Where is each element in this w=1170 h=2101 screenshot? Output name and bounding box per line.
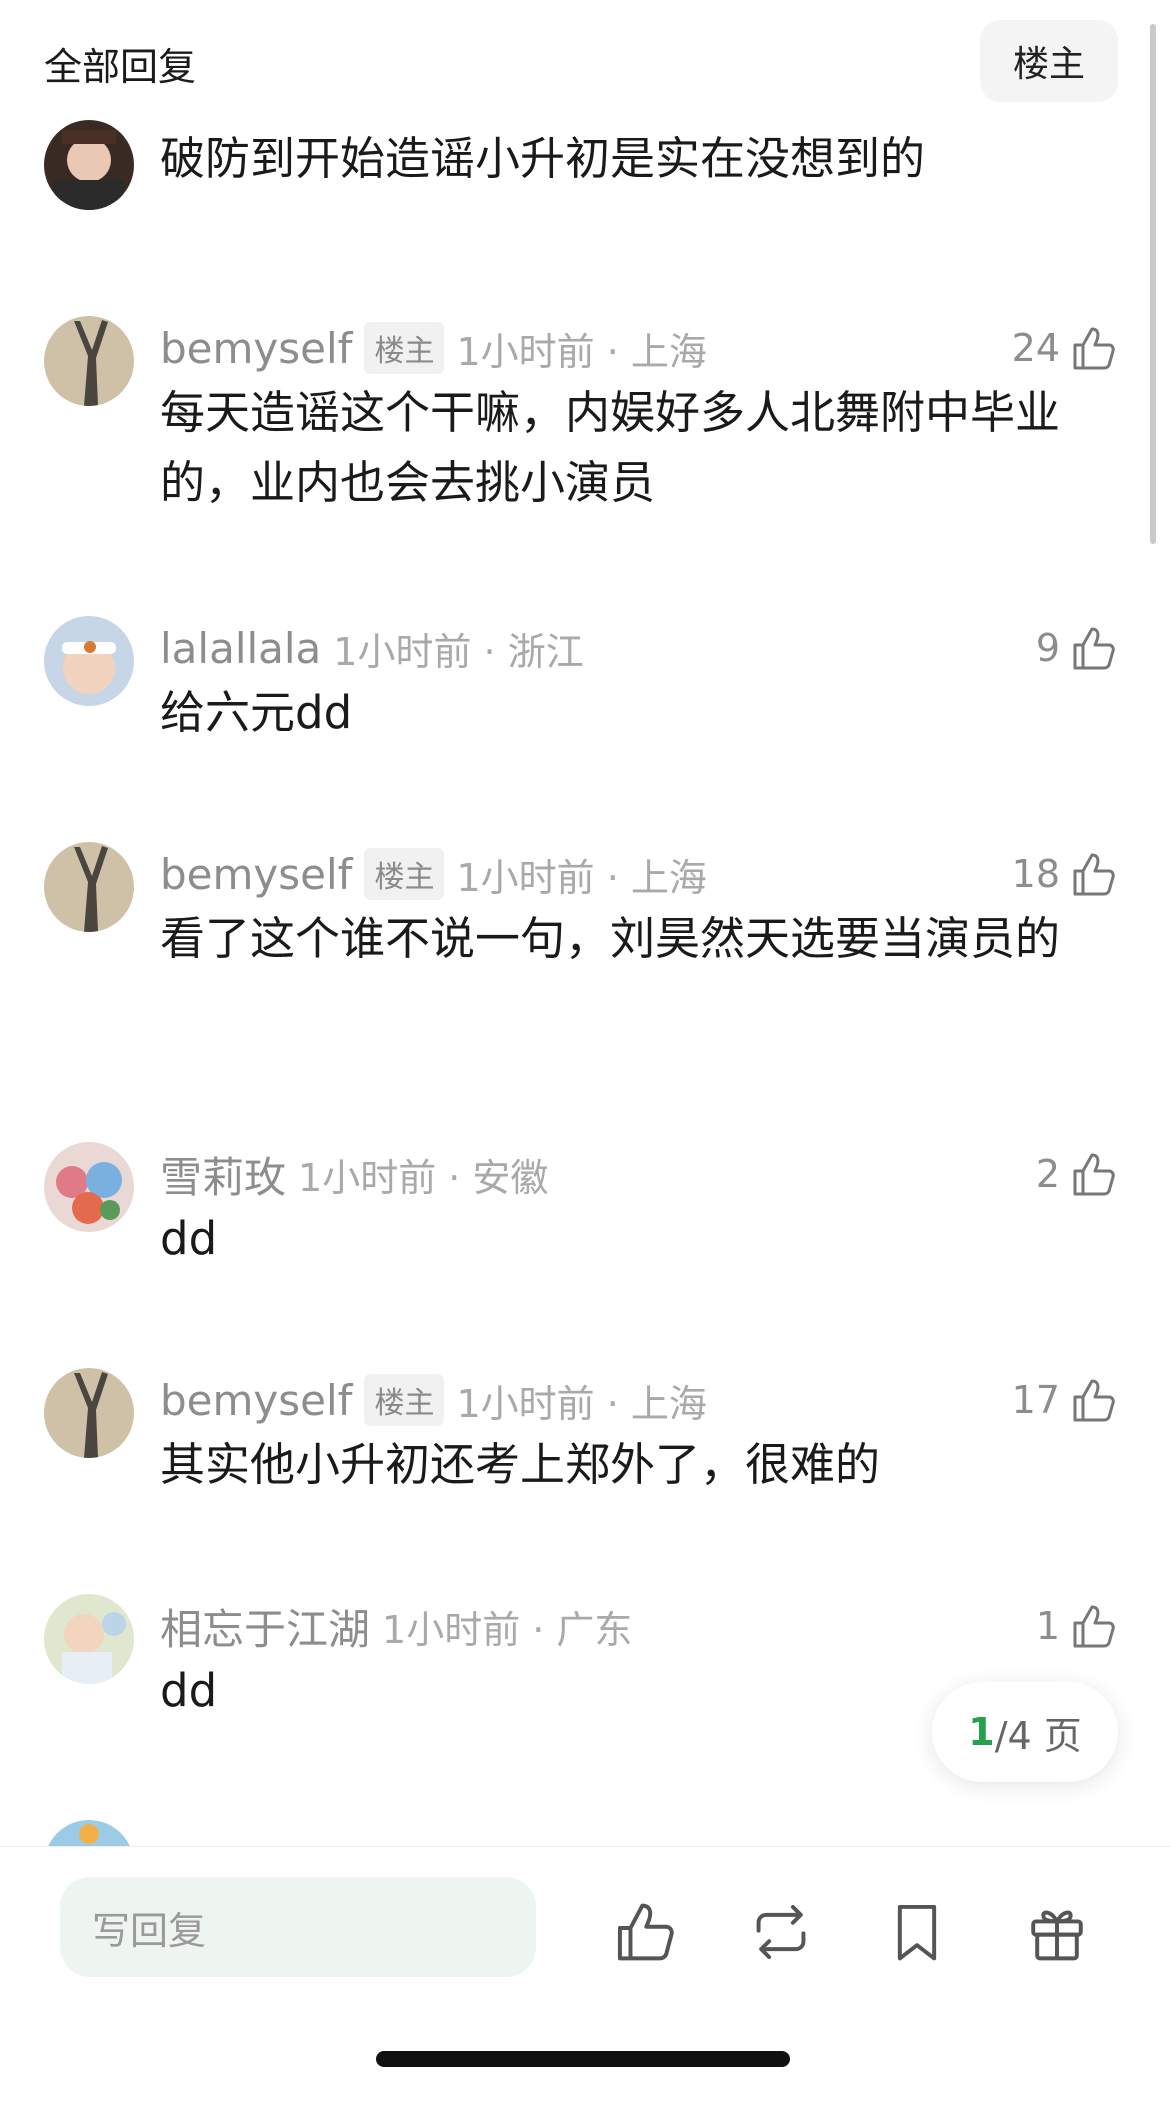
comment-time: 1小时前 · 上海 — [456, 329, 707, 374]
gift-icon[interactable] — [1024, 1899, 1090, 1965]
username[interactable]: 相忘于江湖 — [160, 1596, 370, 1657]
like-button[interactable]: 17 — [1012, 1370, 1118, 1430]
thumbs-up-icon[interactable] — [612, 1899, 678, 1965]
avatar[interactable] — [44, 1142, 134, 1232]
comment-text: 其实他小升初还考上郑外了，很难的 — [160, 1438, 881, 1491]
like-button[interactable]: 1 — [1036, 1596, 1118, 1656]
op-badge: 楼主 — [364, 848, 445, 900]
like-count: 17 — [1011, 1378, 1060, 1422]
avatar[interactable] — [44, 842, 134, 932]
avatar[interactable] — [44, 120, 134, 210]
avatar[interactable] — [44, 1820, 134, 1846]
username[interactable]: bemyself — [160, 850, 352, 899]
comment-meta: lalallala 1小时前 · 浙江 — [160, 618, 584, 678]
op-badge: 楼主 — [364, 322, 445, 374]
comment-time: 1小时前 · 安徽 — [298, 1155, 549, 1200]
op-badge: 楼主 — [364, 1374, 445, 1426]
comment-meta: bemyself 楼主 1小时前 · 上海 — [160, 844, 707, 904]
like-button[interactable]: 2 — [1036, 1144, 1118, 1204]
comment-time: 1小时前 · 上海 — [456, 855, 707, 900]
page-indicator[interactable]: 1 /4 页 — [932, 1682, 1118, 1782]
comment-list: 破防到开始造谣小升初是实在没想到的 bemyself 楼主 1小时前 · 上海 … — [0, 0, 1170, 1846]
thumbs-up-icon — [1073, 1605, 1115, 1648]
like-button[interactable]: 24 — [1012, 318, 1118, 378]
username[interactable]: bemyself — [160, 324, 352, 373]
avatar[interactable] — [44, 1594, 134, 1684]
reply-input[interactable]: 写回复 — [60, 1877, 536, 1977]
header: 全部回复 楼主 — [0, 0, 1170, 120]
thumbs-up-icon — [1073, 627, 1115, 670]
avatar[interactable] — [44, 616, 134, 706]
comment-meta: 相忘于江湖 1小时前 · 广东 — [160, 1596, 632, 1656]
like-button[interactable]: 9 — [1036, 618, 1118, 678]
thumbs-up-icon — [1073, 853, 1115, 896]
thumbs-up-icon — [1073, 1379, 1115, 1422]
username[interactable]: bemyself — [160, 1376, 352, 1425]
avatar[interactable] — [44, 1368, 134, 1458]
page-title: 全部回复 — [44, 45, 197, 89]
comment-meta: bemyself 楼主 1小时前 · 上海 — [160, 1370, 707, 1430]
page-total: /4 页 — [994, 1713, 1082, 1758]
comment-time: 1小时前 · 广东 — [382, 1607, 633, 1652]
comment-text: 给六元dd — [160, 686, 353, 739]
home-indicator[interactable] — [376, 2051, 790, 2067]
bookmark-icon[interactable] — [884, 1899, 950, 1965]
comment-time: 1小时前 · 浙江 — [333, 629, 584, 674]
like-count: 18 — [1011, 852, 1060, 896]
comment-text: dd — [160, 1212, 218, 1265]
like-button[interactable]: 18 — [1012, 844, 1118, 904]
comment-text: 每天造谣这个干嘛，内娱好多人北舞附中毕业的，业内也会去挑小演员 — [160, 386, 1061, 509]
bottom-action-bar: 写回复 — [0, 1846, 1170, 2101]
comment-text: 看了这个谁不说一句，刘昊然天选要当演员的 — [160, 912, 1061, 965]
comment-meta: 雪莉玫 1小时前 · 安徽 — [160, 1144, 548, 1204]
like-count: 2 — [1035, 1152, 1060, 1196]
op-only-filter-button[interactable]: 楼主 — [980, 20, 1118, 102]
scrollbar[interactable] — [1150, 24, 1156, 544]
comment-meta: bemyself 楼主 1小时前 · 上海 — [160, 318, 707, 378]
thumbs-up-icon — [1073, 1153, 1115, 1196]
avatar[interactable] — [44, 316, 134, 406]
username[interactable]: lalallala — [160, 624, 321, 673]
username[interactable]: 雪莉玫 — [160, 1144, 286, 1205]
comment-text: 破防到开始造谣小升初是实在没想到的 — [160, 132, 926, 185]
current-page: 1 — [968, 1710, 995, 1754]
thumbs-up-icon — [1073, 327, 1115, 370]
like-count: 9 — [1035, 626, 1060, 670]
comment-time: 1小时前 · 上海 — [456, 1381, 707, 1426]
repost-icon[interactable] — [748, 1899, 814, 1965]
like-count: 24 — [1011, 326, 1060, 370]
like-count: 1 — [1035, 1604, 1060, 1648]
